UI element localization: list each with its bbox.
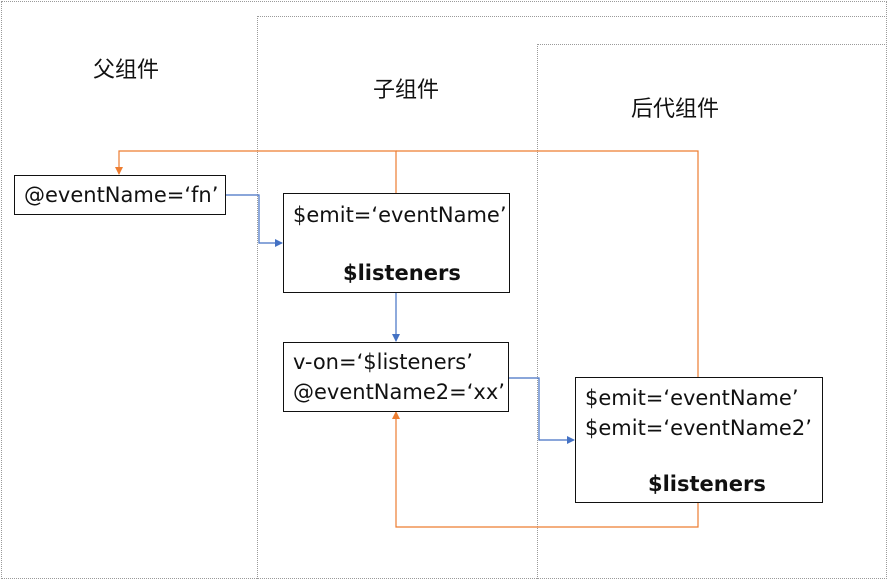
descendant-emit-box: $emit=‘eventName’ $emit=‘eventName2’ $li… xyxy=(575,377,823,503)
descendant-emit-eventname2: $emit=‘eventName2’ xyxy=(585,416,812,440)
von-listeners-text: v-on=‘$listeners’ xyxy=(293,350,473,374)
descendant-emit-eventname: $emit=‘eventName’ xyxy=(585,386,799,410)
descendant-listeners-text: $listeners xyxy=(648,472,766,496)
child-listeners-text: $listeners xyxy=(343,261,461,285)
von-listeners-box: v-on=‘$listeners’ @eventName2=‘xx’ xyxy=(283,342,509,412)
diagram-canvas: 父组件 子组件 后代组件 @eventName=‘fn’ $emit=‘even… xyxy=(0,0,888,580)
child-emit-text: $emit=‘eventName’ xyxy=(293,203,507,227)
child-emit-box: $emit=‘eventName’ $listeners xyxy=(283,193,510,293)
parent-event-binding: @eventName=‘fn’ xyxy=(24,183,219,207)
blue-arrow-von-to-descendant xyxy=(509,377,575,444)
blue-arrow-parent-to-child xyxy=(226,194,283,247)
parent-event-box: @eventName=‘fn’ xyxy=(14,175,226,215)
event-name2-binding: @eventName2=‘xx’ xyxy=(293,380,505,404)
